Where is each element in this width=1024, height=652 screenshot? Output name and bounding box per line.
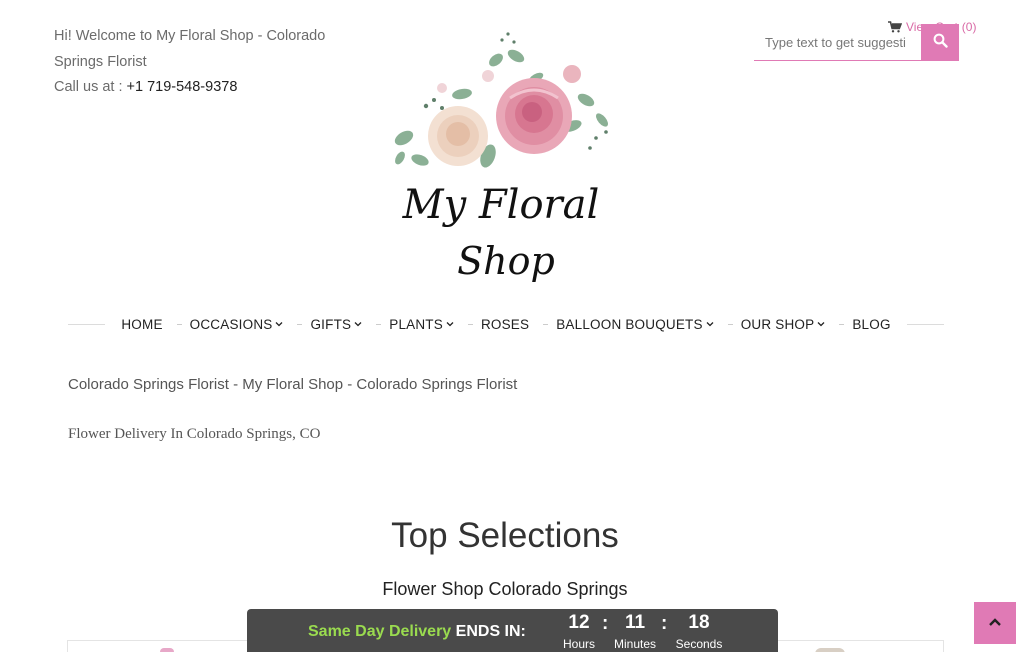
chevron-down-icon [354,322,362,327]
hours-label: Hours [562,637,595,651]
nav-item-label: PLANTS [389,316,443,332]
delivery-countdown-bar: Same Day Delivery ENDS IN: 12 Hours : 11… [247,609,778,652]
page-title: Colorado Springs Florist - My Floral Sho… [68,376,518,393]
promo-highlight: Same Day Delivery [308,623,452,640]
logo-text-line1: My Floral [402,182,600,228]
nav-item-label: BLOG [852,316,891,332]
nav-separator [176,323,182,325]
main-nav: HOME OCCASIONS GIFTS PLANTS ROSES BALLOON BOU… [68,309,944,339]
nav-separator [727,323,733,325]
nav-divider-right [906,323,944,325]
page-subtitle: Flower Delivery In Colorado Springs, CO [68,426,321,442]
nav-separator [376,323,382,325]
product-card[interactable] [770,640,944,652]
welcome-block: Hi! Welcome to My Floral Shop - Colorado… [54,24,354,101]
nav-separator [839,323,845,325]
chevron-down-icon [276,322,283,327]
nav-item-blog[interactable]: BLOG [829,317,894,332]
phone-link[interactable]: +1 719-548-9378 [127,79,238,95]
nav-item-balloon-bouquets[interactable]: BALLOON BOUQUETS [533,317,718,332]
chevron-down-icon [706,322,714,327]
minutes-value: 11 [624,612,646,633]
nav-item-our-shop[interactable]: OUR SHOP [718,317,830,332]
countdown-minutes: 11 Minutes [605,612,665,652]
shop-logo[interactable]: My Floral Shop [376,28,626,296]
chevron-up-icon [988,614,1002,632]
product-image [160,648,174,652]
chevron-down-icon [446,322,454,327]
nav-item-label: ROSES [480,316,530,332]
countdown-hours: 12 Hours [549,612,609,652]
minutes-label: Minutes [613,637,657,651]
nav-separator [297,323,303,325]
search-input[interactable] [754,24,921,60]
product-image [815,648,845,652]
search-button[interactable] [921,24,959,61]
call-us-line: Call us at : +1 719-548-9378 [54,75,354,101]
search-form [754,24,959,61]
nav-item-label: OCCASIONS [189,316,273,332]
nav-list: HOME OCCASIONS GIFTS PLANTS ROSES BALLOON BOU… [105,317,906,332]
nav-item-plants[interactable]: PLANTS [366,317,458,332]
product-card[interactable] [67,640,257,652]
nav-item-label: GIFTS [310,316,352,332]
nav-item-occasions[interactable]: OCCASIONS [167,317,288,332]
search-icon [933,33,948,53]
logo-text-line2: Shop [457,239,555,283]
nav-separator [467,323,473,325]
scroll-to-top-button[interactable] [974,602,1016,644]
nav-divider-left [68,323,106,325]
countdown-seconds: 18 Seconds [669,612,729,652]
call-label: Call us at : [54,79,127,95]
nav-item-home[interactable]: HOME [117,317,166,332]
section-subtitle: Flower Shop Colorado Springs [382,579,628,599]
section-title: Top Selections [391,516,619,555]
nav-item-gifts[interactable]: GIFTS [287,317,366,332]
nav-item-label: BALLOON BOUQUETS [556,316,703,332]
nav-item-roses[interactable]: ROSES [458,317,533,332]
seconds-value: 18 [688,612,710,633]
seconds-label: Seconds [675,637,723,651]
nav-item-label: HOME [121,316,163,332]
countdown-separator: : [661,613,668,634]
nav-item-label: OUR SHOP [740,316,815,332]
promo-text: Same Day Delivery ENDS IN: [308,623,526,641]
chevron-down-icon [817,322,825,327]
nav-separator [543,323,549,325]
promo-ends-in: ENDS IN: [455,623,526,640]
cart-count: (0) [961,20,977,34]
welcome-text: Hi! Welcome to My Floral Shop - Colorado… [54,28,326,70]
hours-value: 12 [568,612,590,633]
